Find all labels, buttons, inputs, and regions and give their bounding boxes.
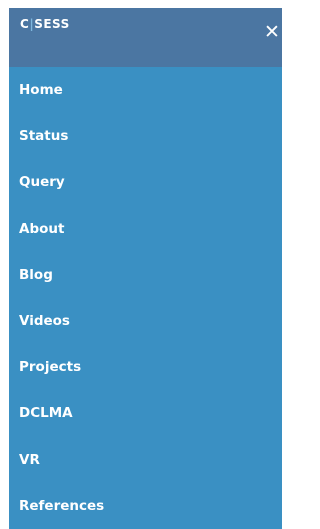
logo-text-start: C bbox=[20, 17, 30, 31]
nav-item-vr[interactable]: VR bbox=[9, 437, 282, 483]
close-icon[interactable]: ✕ bbox=[262, 19, 282, 45]
side-menu-panel: C|SESS ✕ Home Status Query About Blog Vi… bbox=[9, 8, 282, 529]
nav-item-blog[interactable]: Blog bbox=[9, 252, 282, 298]
nav-item-about[interactable]: About bbox=[9, 206, 282, 252]
logo-text-end: SESS bbox=[34, 17, 70, 31]
logo[interactable]: C|SESS bbox=[20, 17, 70, 31]
menu-header: C|SESS ✕ bbox=[9, 8, 282, 67]
nav-item-home[interactable]: Home bbox=[9, 67, 282, 113]
nav-item-references[interactable]: References bbox=[9, 483, 282, 529]
nav-item-dclma[interactable]: DCLMA bbox=[9, 390, 282, 436]
main-nav: Home Status Query About Blog Videos Proj… bbox=[9, 67, 282, 529]
nav-item-status[interactable]: Status bbox=[9, 113, 282, 159]
nav-item-query[interactable]: Query bbox=[9, 159, 282, 205]
nav-item-videos[interactable]: Videos bbox=[9, 298, 282, 344]
nav-item-projects[interactable]: Projects bbox=[9, 344, 282, 390]
